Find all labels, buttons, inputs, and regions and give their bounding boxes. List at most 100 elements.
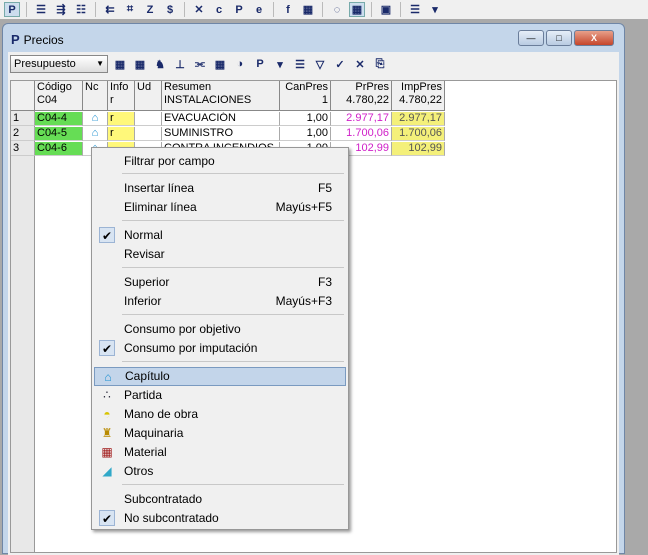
column-header-4[interactable]: Ud	[135, 81, 162, 111]
toolbar-icon-1[interactable]: ☰	[33, 2, 49, 17]
toolbar-icon-9[interactable]: c	[211, 2, 227, 17]
header-line: Código	[37, 81, 72, 93]
maximize-button[interactable]: □	[546, 30, 572, 46]
menu-item-label: Insertar línea	[124, 181, 195, 195]
toolbar-glyph-icon: ♞	[155, 58, 165, 71]
toolbar-icon-16[interactable]: ▣	[378, 2, 394, 17]
header-line: Info	[110, 81, 129, 93]
toolbar-glyph-icon: ◌	[333, 3, 341, 16]
toolbar-icon-18[interactable]: ▾	[427, 2, 443, 17]
menu-item-otros[interactable]: ◢ Otros	[94, 462, 346, 481]
column-header-0[interactable]	[11, 81, 35, 111]
header-line: C04	[37, 94, 58, 106]
toolbar-icon-17[interactable]: ☰	[407, 2, 423, 17]
toolbar-glyph-icon: e	[255, 3, 263, 16]
column-header-6[interactable]: CanPres 1	[280, 81, 331, 111]
header-line: ImpPres	[401, 81, 442, 93]
column-header-7[interactable]: PrPres 4.780,22	[331, 81, 392, 111]
toolbar-glyph-icon: ⊥	[175, 58, 185, 71]
menu-item-superior[interactable]: Superior F3	[94, 273, 346, 292]
toolbar-icon-6[interactable]: Z	[142, 2, 158, 17]
column-header-5[interactable]: Resumen INSTALACIONES	[162, 81, 280, 111]
app-logo-icon: P	[11, 32, 20, 47]
toolbar-separator	[400, 2, 401, 17]
view-select[interactable]: Presupuesto	[10, 55, 108, 73]
header-line: Ud	[137, 81, 152, 93]
menu-item-revisar[interactable]: Revisar	[94, 245, 346, 264]
column-header-2[interactable]: Nc	[83, 81, 108, 111]
menu-item-mano-de-obra[interactable]: ◓ Mano de obra	[94, 405, 346, 424]
column-header-3[interactable]: Info r	[108, 81, 135, 111]
header-line: r	[110, 94, 114, 106]
menu-item-normal[interactable]: ✔ Normal	[94, 226, 346, 245]
menu-item-capitulo[interactable]: ⌂ Capítulo	[94, 367, 346, 386]
menu-item-label: Consumo por imputación	[124, 341, 258, 355]
header-line: 1	[321, 94, 328, 106]
grid-toolbar-icon-1[interactable]: ▦	[132, 57, 148, 72]
toolbar-icon-2[interactable]: ⇶	[53, 2, 69, 17]
menu-item-consumo-por-objetivo[interactable]: Consumo por objetivo	[94, 320, 346, 339]
grid-toolbar-icon-0[interactable]: ▦	[112, 57, 128, 72]
toolbar-icon-11[interactable]: e	[251, 2, 267, 17]
toolbar-glyph-icon: Z	[146, 3, 154, 16]
toolbar-icon-3[interactable]: ☷	[73, 2, 89, 17]
toolbar-glyph-icon: ◑	[236, 58, 244, 70]
menu-item-maquinaria[interactable]: ♜ Maquinaria	[94, 424, 346, 443]
grid-toolbar-icon-8[interactable]: ▾	[272, 57, 288, 72]
cell-n[interactable]: 3	[11, 142, 35, 156]
grid-toolbar-icon-11[interactable]: ✓	[332, 57, 348, 72]
minimize-button[interactable]: —	[518, 30, 544, 46]
toolbar-icon-0[interactable]: P	[4, 2, 20, 17]
menu-item-consumo-por-imputacion[interactable]: ✔ Consumo por imputación	[94, 339, 346, 358]
menu-item-subcontratado[interactable]: Subcontratado	[94, 490, 346, 509]
material-icon: ▦	[101, 445, 113, 459]
column-header-1[interactable]: Código C04	[35, 81, 83, 111]
table-row[interactable]: 2 C04-5 ⌂ r SUMINISTRO 1,00 1.700,06 1.700,06	[11, 127, 445, 141]
menu-item-material[interactable]: ▦ Material	[94, 443, 346, 462]
grid-toolbar-icon-13[interactable]: ⎘	[372, 57, 388, 72]
menu-item-label: Maquinaria	[124, 426, 184, 440]
cell-prpres: 1.700,06	[331, 127, 392, 141]
toolbar-icon-14[interactable]: ◌	[329, 2, 345, 17]
menu-item-label: Otros	[124, 464, 154, 478]
checkmark-icon: ✔	[99, 510, 115, 526]
cell-imppres: 1.700,06	[392, 127, 445, 141]
menu-item-no-subcontratado[interactable]: ✔ No subcontratado	[94, 509, 346, 528]
grid-toolbar-icon-9[interactable]: ☰	[292, 57, 308, 72]
toolbar-icon-4[interactable]: ⇇	[102, 2, 118, 17]
menu-separator	[122, 484, 344, 485]
grid-toolbar-icon-5[interactable]: ▦	[212, 57, 228, 72]
close-button[interactable]: X	[574, 30, 614, 46]
checkmark-icon: ✔	[99, 340, 115, 356]
cell-canpres: 1,00	[280, 127, 331, 141]
menu-item-eliminar-linea[interactable]: Eliminar línea Mayús+F5	[94, 198, 346, 217]
toolbar-icon-8[interactable]: ✕	[191, 2, 207, 17]
menu-item-insertar-linea[interactable]: Insertar línea F5	[94, 179, 346, 198]
grid-toolbar-icon-6[interactable]: ◑	[232, 57, 248, 72]
grid-toolbar-icon-4[interactable]: ⫘	[192, 57, 208, 72]
grid-toolbar-icon-7[interactable]: P	[252, 57, 268, 72]
grid-toolbar-icon-3[interactable]: ⊥	[172, 57, 188, 72]
menu-item-filtrar-por-campo[interactable]: Filtrar por campo	[94, 152, 346, 171]
toolbar-icon-10[interactable]: P	[231, 2, 247, 17]
toolbar-icon-5[interactable]: ⌗	[122, 2, 138, 17]
grid-toolbar-icon-2[interactable]: ♞	[152, 57, 168, 72]
cell-codigo: C04-6	[35, 142, 83, 156]
menu-separator	[122, 173, 344, 174]
menu-item-inferior[interactable]: Inferior Mayús+F3	[94, 292, 346, 311]
cell-n[interactable]: 2	[11, 127, 35, 141]
cell-info: r	[108, 127, 135, 141]
maquinaria-icon: ♜	[101, 426, 113, 440]
toolbar-icon-12[interactable]: f	[280, 2, 296, 17]
grid-toolbar-icon-12[interactable]: ✕	[352, 57, 368, 72]
otros-icon: ◢	[102, 464, 112, 478]
grid-toolbar-icon-10[interactable]: ▽	[312, 57, 328, 72]
toolbar-icon-7[interactable]: $	[162, 2, 178, 17]
cell-n[interactable]: 1	[11, 112, 35, 126]
toolbar-icon-15[interactable]: ▦	[349, 2, 365, 17]
table-row[interactable]: 1 C04-4 ⌂ r EVACUACIÓN 1,00 2.977,17 2.977,17	[11, 112, 445, 126]
toolbar-icon-13[interactable]: ▦	[300, 2, 316, 17]
menu-item-partida[interactable]: ∴ Partida	[94, 386, 346, 405]
column-header-8[interactable]: ImpPres 4.780,22	[392, 81, 445, 111]
header-line	[137, 94, 159, 107]
